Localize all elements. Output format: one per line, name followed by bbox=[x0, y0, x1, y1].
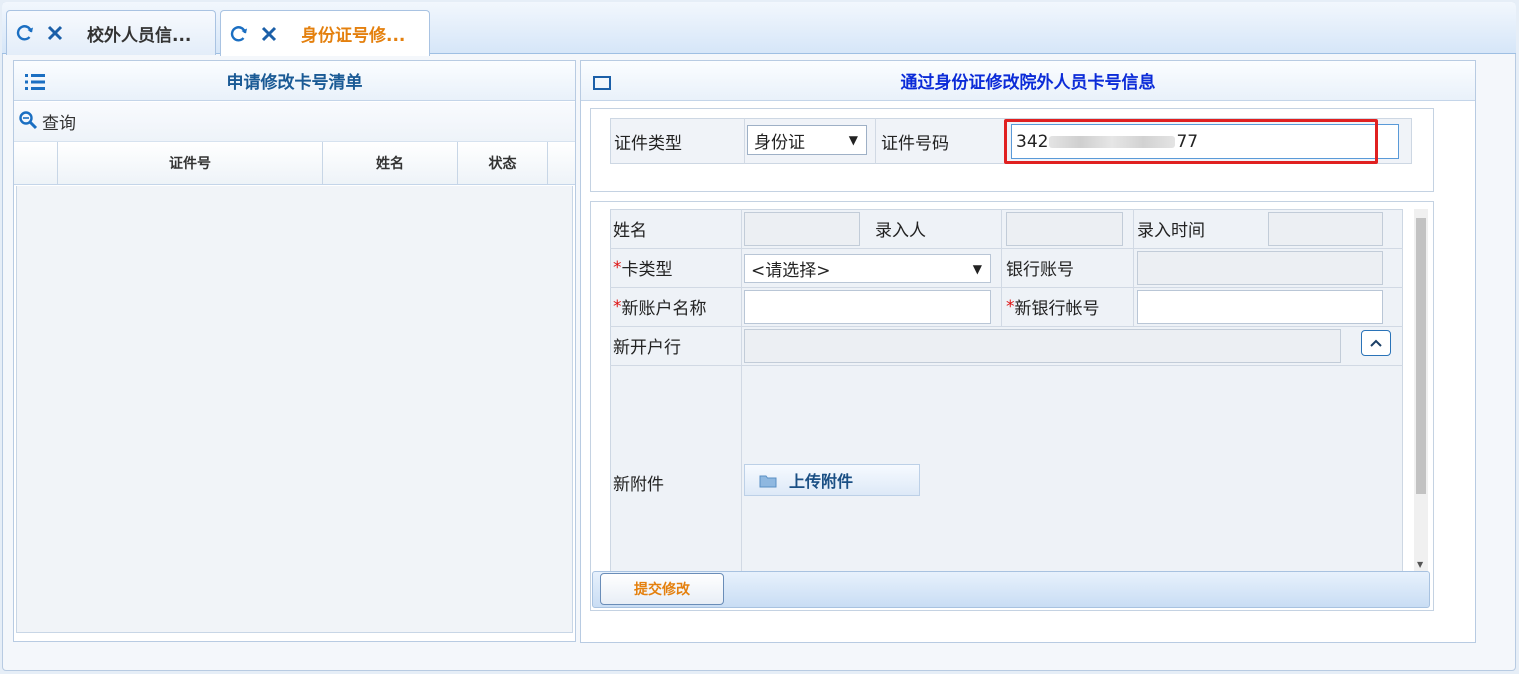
new-account-name-input[interactable] bbox=[744, 290, 991, 324]
bank-account-field bbox=[1137, 251, 1383, 285]
new-attachment-label: 新附件 bbox=[613, 475, 664, 495]
query-button[interactable]: 查询 bbox=[18, 109, 76, 134]
tab-external-staff[interactable]: 校外人员信... bbox=[6, 10, 216, 55]
recorder-label: 录入人 bbox=[875, 221, 926, 241]
grid-body bbox=[16, 186, 573, 633]
id-type-select[interactable]: 身份证 ▼ bbox=[747, 125, 867, 155]
name-label: 姓名 bbox=[613, 221, 647, 241]
new-account-name-label: * 新账户名称 bbox=[613, 296, 707, 320]
tab-bar: 校外人员信... 身份证号修... bbox=[2, 2, 1516, 56]
column-header-status[interactable]: 状态 bbox=[458, 142, 548, 184]
query-toolbar: 查询 bbox=[14, 102, 575, 142]
column-header-rownum bbox=[14, 142, 58, 184]
column-header-extra bbox=[548, 142, 575, 184]
highlight-box bbox=[1004, 119, 1378, 164]
upload-label: 上传附件 bbox=[789, 472, 854, 491]
chevron-down-icon: ▼ bbox=[848, 133, 858, 147]
id-type-value: 身份证 bbox=[754, 132, 805, 153]
record-time-field bbox=[1268, 212, 1383, 246]
chevron-up-icon bbox=[1370, 339, 1382, 347]
tab-label: 校外人员信... bbox=[87, 25, 192, 46]
column-header-id-number[interactable]: 证件号 bbox=[58, 142, 323, 184]
panel-title: 通过身份证修改院外人员卡号信息 bbox=[900, 73, 1156, 93]
column-header-name[interactable]: 姓名 bbox=[323, 142, 458, 184]
new-bank-account-label: * 新银行帐号 bbox=[1006, 296, 1100, 320]
refresh-icon[interactable] bbox=[15, 23, 35, 43]
panel-header: 通过身份证修改院外人员卡号信息 bbox=[581, 61, 1475, 101]
new-bank-field bbox=[744, 329, 1341, 363]
record-time-label: 录入时间 bbox=[1137, 221, 1205, 241]
vertical-scrollbar[interactable]: ▼ bbox=[1414, 209, 1428, 571]
panel-header: 申请修改卡号清单 bbox=[14, 61, 575, 101]
panel-title: 申请修改卡号清单 bbox=[226, 73, 363, 93]
new-bank-label: 新开户行 bbox=[613, 338, 681, 358]
scroll-down-arrow[interactable]: ▼ bbox=[1417, 560, 1423, 569]
id-number-label: 证件号码 bbox=[881, 133, 949, 154]
card-type-label: * 卡类型 bbox=[613, 257, 673, 281]
chevron-down-icon: ▼ bbox=[972, 261, 982, 276]
expand-bank-button[interactable] bbox=[1361, 330, 1391, 356]
search-icon bbox=[18, 110, 38, 134]
grid-header: 证件号 姓名 状态 bbox=[14, 142, 575, 185]
upload-attachment-button[interactable]: 上传附件 bbox=[744, 464, 920, 496]
modify-card-panel: 通过身份证修改院外人员卡号信息 证件类型 身份证 ▼ 证件号码 342 77 姓… bbox=[580, 60, 1476, 643]
application-list-panel: 申请修改卡号清单 查询 证件号 姓名 状态 bbox=[13, 60, 576, 642]
refresh-icon[interactable] bbox=[229, 24, 249, 44]
submit-button[interactable]: 提交修改 bbox=[600, 573, 724, 605]
scrollbar-thumb[interactable] bbox=[1416, 218, 1426, 494]
recorder-field bbox=[1006, 212, 1123, 246]
card-type-value: <请选择> bbox=[751, 261, 831, 281]
folder-icon bbox=[759, 473, 777, 492]
tab-label: 身份证号修... bbox=[301, 26, 406, 46]
close-icon[interactable] bbox=[45, 23, 65, 43]
close-icon[interactable] bbox=[259, 24, 279, 44]
id-type-label: 证件类型 bbox=[614, 133, 682, 154]
name-field bbox=[744, 212, 860, 246]
card-type-select[interactable]: <请选择> ▼ bbox=[744, 254, 991, 283]
new-bank-account-input[interactable] bbox=[1137, 290, 1383, 324]
query-label: 查询 bbox=[42, 114, 76, 134]
tab-id-modify[interactable]: 身份证号修... bbox=[220, 10, 430, 56]
bank-account-label: 银行账号 bbox=[1006, 260, 1074, 280]
